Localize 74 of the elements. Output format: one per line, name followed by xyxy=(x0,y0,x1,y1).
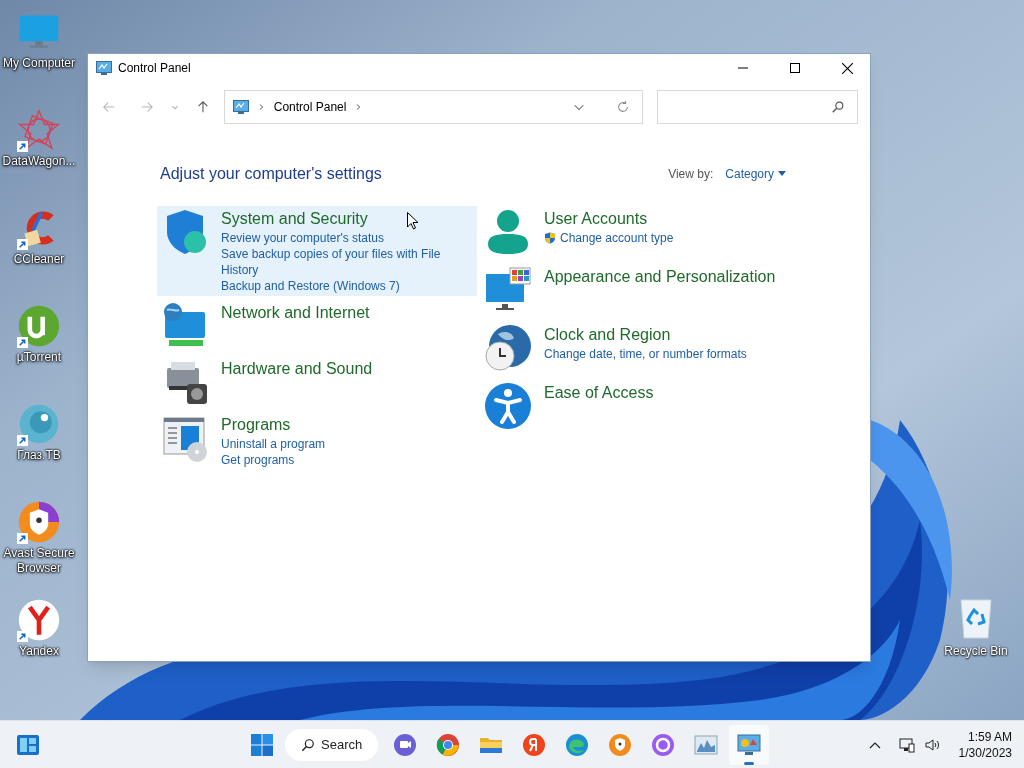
shortcut-arrow-icon xyxy=(17,435,28,446)
control-panel-icon xyxy=(232,100,249,114)
shield-lock-icon xyxy=(608,732,633,757)
clock-date[interactable]: 1/30/2023 xyxy=(958,745,1012,761)
edge-icon xyxy=(565,732,590,757)
refresh-icon[interactable] xyxy=(615,100,630,114)
category-link[interactable]: Uninstall a program xyxy=(221,436,326,452)
category-title[interactable]: Hardware and Sound xyxy=(221,358,373,380)
search-icon[interactable] xyxy=(831,100,845,114)
star-pattern-icon[interactable] xyxy=(17,108,61,152)
search-field[interactable] xyxy=(656,90,858,124)
window-title: Control Panel xyxy=(118,60,191,77)
category-link[interactable]: Save backup copies of your files with File History xyxy=(221,246,461,278)
up-arrow-icon[interactable] xyxy=(195,100,210,114)
torrent-icon[interactable] xyxy=(17,304,61,348)
chart-window-icon xyxy=(694,732,719,757)
category-title[interactable]: Clock and Region xyxy=(544,324,747,346)
category-item[interactable]: Network and Internet xyxy=(157,300,477,352)
category-item[interactable]: Ease of Access xyxy=(480,380,800,432)
windows-logo-icon xyxy=(250,732,274,757)
search-icon xyxy=(301,737,315,752)
category-title[interactable]: Appearance and Personalization xyxy=(544,266,776,288)
caret-icon xyxy=(778,171,786,177)
shortcut-arrow-icon xyxy=(17,631,28,642)
network-icon[interactable] xyxy=(898,737,915,753)
mouse-cursor-icon xyxy=(407,212,419,230)
search-button[interactable]: Search xyxy=(285,728,379,761)
category-link[interactable]: Get programs xyxy=(221,452,295,468)
programs-window-icon[interactable] xyxy=(161,414,209,462)
close-icon xyxy=(841,62,853,74)
address-bar[interactable]: Control Panel xyxy=(223,90,643,124)
shield-lock-icon[interactable] xyxy=(17,500,61,544)
accessibility-icon[interactable] xyxy=(484,382,532,430)
letter-y-icon[interactable] xyxy=(17,598,61,642)
breadcrumb-item[interactable]: Control Panel xyxy=(273,98,347,116)
letter-ya-icon xyxy=(522,732,547,757)
control-panel-icon xyxy=(737,732,762,757)
category-title[interactable]: Ease of Access xyxy=(544,382,654,404)
shortcut-arrow-icon xyxy=(17,337,28,348)
chevron-up-icon[interactable] xyxy=(868,741,881,749)
maximize-icon xyxy=(790,63,800,73)
assistant-icon xyxy=(651,732,676,757)
speaker-icon[interactable] xyxy=(924,737,941,753)
view-by-dropdown[interactable]: Category xyxy=(725,165,786,183)
category-link[interactable]: Change date, time, or number formats xyxy=(544,346,747,362)
category-title[interactable]: Network and Internet xyxy=(221,302,370,324)
shortcut-arrow-icon xyxy=(17,141,28,152)
control-panel-icon xyxy=(96,61,112,75)
category-title[interactable]: System and Security xyxy=(221,208,461,230)
chevron-right-icon xyxy=(258,103,264,111)
clock-time[interactable]: 1:59 AM xyxy=(967,729,1012,745)
category-link[interactable]: Backup and Restore (Windows 7) xyxy=(221,278,400,294)
chat-bubble-icon xyxy=(393,732,418,757)
globe-clock-icon[interactable] xyxy=(484,324,532,372)
running-indicator xyxy=(744,761,755,765)
widgets-icon[interactable] xyxy=(16,733,40,757)
page-heading: Adjust your computer's settings xyxy=(160,164,382,184)
category-item[interactable]: Programs Uninstall a program Get programs xyxy=(157,412,477,470)
chevron-right-icon xyxy=(356,103,362,111)
category-link[interactable]: Change account type xyxy=(560,230,674,246)
category-item[interactable]: System and Security Review your computer's status Save backup copies of your files with File History Backup and Restore (Windows 7) xyxy=(157,206,477,296)
category-title[interactable]: Programs xyxy=(221,414,326,436)
taskbar-app-button[interactable] xyxy=(729,724,770,765)
category-item[interactable]: Appearance and Personalization xyxy=(480,264,800,316)
shortcut-arrow-icon xyxy=(17,239,28,250)
chrome-icon xyxy=(436,732,461,757)
category-item[interactable]: Hardware and Sound xyxy=(157,356,477,408)
shortcut-arrow-icon xyxy=(17,533,28,544)
category-title[interactable]: User Accounts xyxy=(544,208,674,230)
view-by-label: View by: xyxy=(668,166,714,183)
category-item[interactable]: Clock and Region Change date, time, or number formats xyxy=(480,322,800,374)
category-item[interactable]: User Accounts Change account type xyxy=(480,206,800,258)
eye-icon[interactable] xyxy=(17,402,61,446)
category-link[interactable]: Review your computer's status xyxy=(221,230,385,246)
